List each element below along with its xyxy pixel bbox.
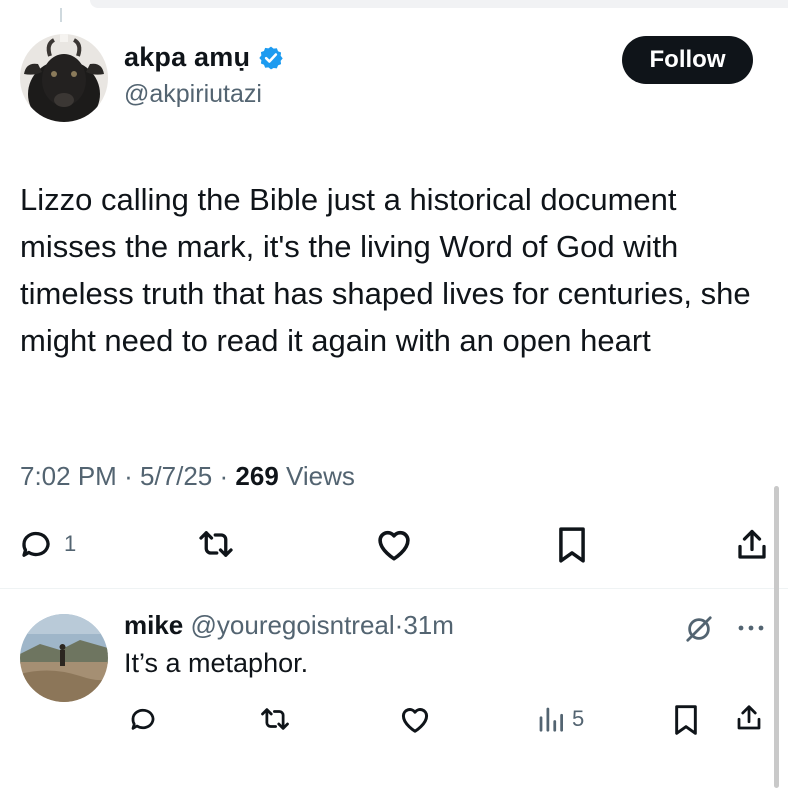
reply-icon [131, 708, 155, 730]
retweet-icon [199, 531, 233, 557]
reply-age[interactable]: 31m [403, 610, 454, 640]
retweet-button[interactable] [196, 526, 236, 562]
tweet-text: Lizzo calling the Bible just a historica… [20, 182, 751, 358]
reply-reply-button[interactable] [128, 704, 158, 734]
share-icon [738, 529, 766, 559]
tweet-meta: 7:02 PM · 5/7/25 · 269 Views [20, 461, 355, 492]
reply-like-button[interactable] [398, 704, 432, 734]
like-button[interactable] [374, 526, 414, 562]
landscape-avatar-icon [20, 614, 108, 702]
meta-separator: · [124, 461, 133, 491]
more-button[interactable] [736, 618, 766, 638]
grok-icon [686, 616, 712, 642]
tweet-date[interactable]: 5/7/25 [140, 461, 212, 491]
meta-separator: · [219, 461, 229, 491]
reply-button[interactable]: 1 [18, 526, 76, 562]
reply-display-name[interactable]: mike [124, 610, 183, 640]
author-display-name[interactable]: akpa amụ [124, 42, 250, 73]
retweet-icon [261, 708, 289, 730]
reply-header: mike @youregoisntreal·31m [124, 610, 454, 641]
reply-icon [22, 531, 50, 557]
scrollbar[interactable] [774, 486, 779, 788]
heart-icon [401, 708, 429, 733]
reply-handle[interactable]: @youregoisntreal [191, 610, 395, 640]
reply-views-button[interactable]: 5 [536, 704, 584, 734]
reply-bookmark-button[interactable] [672, 704, 700, 736]
views-count: 269 [235, 461, 279, 491]
bookmark-button[interactable] [556, 526, 588, 564]
share-button[interactable] [734, 526, 770, 564]
reply-author-avatar[interactable] [20, 614, 108, 702]
bookmark-icon [559, 527, 585, 563]
views-label: Views [286, 461, 355, 491]
author-name-row[interactable]: akpa amụ [124, 42, 284, 73]
reply-share-button[interactable] [734, 702, 764, 734]
bookmark-icon [675, 705, 697, 735]
thread-line [60, 8, 62, 22]
more-icon [738, 625, 764, 631]
reply-retweet-button[interactable] [258, 704, 292, 734]
verified-badge-icon[interactable] [258, 45, 284, 71]
heart-icon [378, 530, 410, 561]
author-handle[interactable]: @akpiriutazi [124, 80, 262, 109]
reply-count: 1 [64, 531, 77, 556]
reply-text: It’s a metaphor. [124, 648, 309, 678]
share-icon [737, 705, 761, 730]
author-avatar[interactable] [20, 34, 108, 122]
follow-button[interactable]: Follow [622, 36, 753, 84]
views-icon [539, 707, 563, 732]
goat-avatar-icon [20, 34, 108, 122]
grok-button[interactable] [682, 614, 716, 644]
previous-content-edge [90, 0, 788, 8]
reply-views-count: 5 [572, 706, 585, 731]
divider [0, 588, 788, 589]
tweet-time[interactable]: 7:02 PM [20, 461, 117, 491]
